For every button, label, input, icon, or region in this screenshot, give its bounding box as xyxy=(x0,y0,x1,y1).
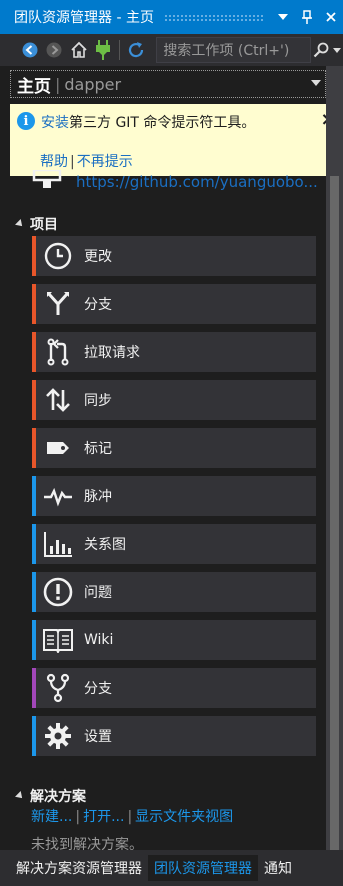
info-bar: i 安装第三方 GIT 命令提示符工具。 × 帮助|不再提示 xyxy=(10,104,343,176)
tile-accent xyxy=(32,476,36,516)
pull-request-icon xyxy=(40,332,76,372)
home-icon[interactable] xyxy=(67,37,91,63)
project-section-title: 项目 xyxy=(30,217,58,233)
open-solution-link[interactable]: 打开... xyxy=(83,809,124,825)
solution-links: 新建... | 打开... | 显示文件夹视图 xyxy=(31,806,233,826)
info-text: 第三方 GIT 命令提示符工具。 xyxy=(69,115,256,131)
tile-label: 脉冲 xyxy=(84,489,112,505)
solution-status: 未找到解决方案。 xyxy=(31,837,143,850)
solutions-section-header[interactable]: 解决方案 xyxy=(15,786,86,806)
install-link[interactable]: 安装 xyxy=(41,115,69,131)
connected-repo-row: https://github.com/yuanguobo... xyxy=(32,168,322,196)
chart-icon xyxy=(40,524,76,564)
vertical-scrollbar[interactable] xyxy=(326,66,343,864)
tile-label: 分支 xyxy=(84,297,112,313)
pin-icon[interactable] xyxy=(295,0,319,34)
tile-accent xyxy=(32,620,36,660)
tile-settings[interactable]: 设置 xyxy=(32,716,316,756)
back-icon[interactable] xyxy=(18,37,42,63)
connect-icon[interactable] xyxy=(91,37,115,63)
tile-label: 关系图 xyxy=(84,537,126,553)
title-bar: 团队资源管理器 - 主页 xyxy=(0,0,343,34)
page-separator: | xyxy=(55,74,61,94)
tile-label: 标记 xyxy=(84,441,112,457)
page-selector[interactable]: 主页 | dapper xyxy=(10,70,326,98)
tile-label: 更改 xyxy=(84,249,112,265)
branch-icon xyxy=(40,284,76,324)
tile-label: Wiki xyxy=(84,632,114,648)
monitor-icon xyxy=(32,170,62,188)
tile-sync[interactable]: 同步 xyxy=(32,380,316,420)
tile-label: 分支 xyxy=(84,681,112,697)
tile-tags[interactable]: 标记 xyxy=(32,428,316,468)
bottom-tab-strip: 解决方案资源管理器 团队资源管理器 通知 xyxy=(0,850,343,886)
gear-icon xyxy=(40,716,76,756)
link-separator: | xyxy=(75,809,81,825)
tile-accent xyxy=(32,380,36,420)
tile-accent xyxy=(32,284,36,324)
tile-label: 问题 xyxy=(84,585,112,601)
link-separator: | xyxy=(127,809,133,825)
close-icon[interactable] xyxy=(319,0,343,34)
toolbar: 搜索工作项 (Ctrl+') xyxy=(0,34,343,66)
tile-pull-requests[interactable]: 拉取请求 xyxy=(32,332,316,372)
info-icon: i xyxy=(17,112,35,130)
clock-icon xyxy=(40,236,76,276)
tile-accent xyxy=(32,524,36,564)
toolbar-separator xyxy=(119,40,121,60)
collapse-triangle-icon[interactable] xyxy=(15,791,25,801)
tile-accent xyxy=(32,332,36,372)
project-tiles: 更改 分支 拉取请求 同步 标记 脉冲 关系图 问题 Wiki 分支 设置 xyxy=(32,236,316,764)
tile-accent xyxy=(32,572,36,612)
tab-solution-explorer[interactable]: 解决方案资源管理器 xyxy=(10,855,148,881)
repository-url[interactable]: https://github.com/yuanguobo... xyxy=(76,173,318,191)
tile-forks[interactable]: 分支 xyxy=(32,668,316,708)
tab-notifications[interactable]: 通知 xyxy=(258,855,298,881)
tab-team-explorer[interactable]: 团队资源管理器 xyxy=(148,855,258,881)
tile-accent xyxy=(32,668,36,708)
chevron-down-icon[interactable] xyxy=(311,80,321,86)
collapse-triangle-icon[interactable] xyxy=(15,219,25,229)
refresh-icon[interactable] xyxy=(124,37,148,63)
window-menu-icon[interactable] xyxy=(271,0,295,34)
search-icon[interactable] xyxy=(311,37,332,63)
book-icon xyxy=(40,620,76,660)
tag-icon xyxy=(40,428,76,468)
window-title: 团队资源管理器 - 主页 xyxy=(14,10,154,26)
issue-icon xyxy=(40,572,76,612)
tile-changes[interactable]: 更改 xyxy=(32,236,316,276)
tile-graphs[interactable]: 关系图 xyxy=(32,524,316,564)
search-input[interactable]: 搜索工作项 (Ctrl+') xyxy=(156,37,312,63)
solutions-section-title: 解决方案 xyxy=(30,789,86,805)
tile-label: 同步 xyxy=(84,393,112,409)
pulse-icon xyxy=(40,476,76,516)
info-message: 安装第三方 GIT 命令提示符工具。 xyxy=(41,112,255,132)
sync-arrows-icon xyxy=(40,380,76,420)
tile-accent xyxy=(32,428,36,468)
page-title: 主页 xyxy=(17,76,51,97)
tile-wiki[interactable]: Wiki xyxy=(32,620,316,660)
scrollbar-thumb[interactable] xyxy=(330,176,339,864)
repository-name: dapper xyxy=(64,74,122,94)
tile-label: 设置 xyxy=(84,729,112,745)
tile-accent xyxy=(32,236,36,276)
project-section-header[interactable]: 项目 xyxy=(15,214,58,234)
fork-icon xyxy=(40,668,76,708)
forward-icon[interactable] xyxy=(42,37,66,63)
folder-view-link[interactable]: 显示文件夹视图 xyxy=(135,809,233,825)
search-options-icon[interactable] xyxy=(332,37,343,63)
title-grip[interactable] xyxy=(163,13,265,21)
tile-pulse[interactable]: 脉冲 xyxy=(32,476,316,516)
tile-branches[interactable]: 分支 xyxy=(32,284,316,324)
tile-accent xyxy=(32,716,36,756)
tile-issues[interactable]: 问题 xyxy=(32,572,316,612)
new-solution-link[interactable]: 新建... xyxy=(31,809,72,825)
tile-label: 拉取请求 xyxy=(84,345,140,361)
